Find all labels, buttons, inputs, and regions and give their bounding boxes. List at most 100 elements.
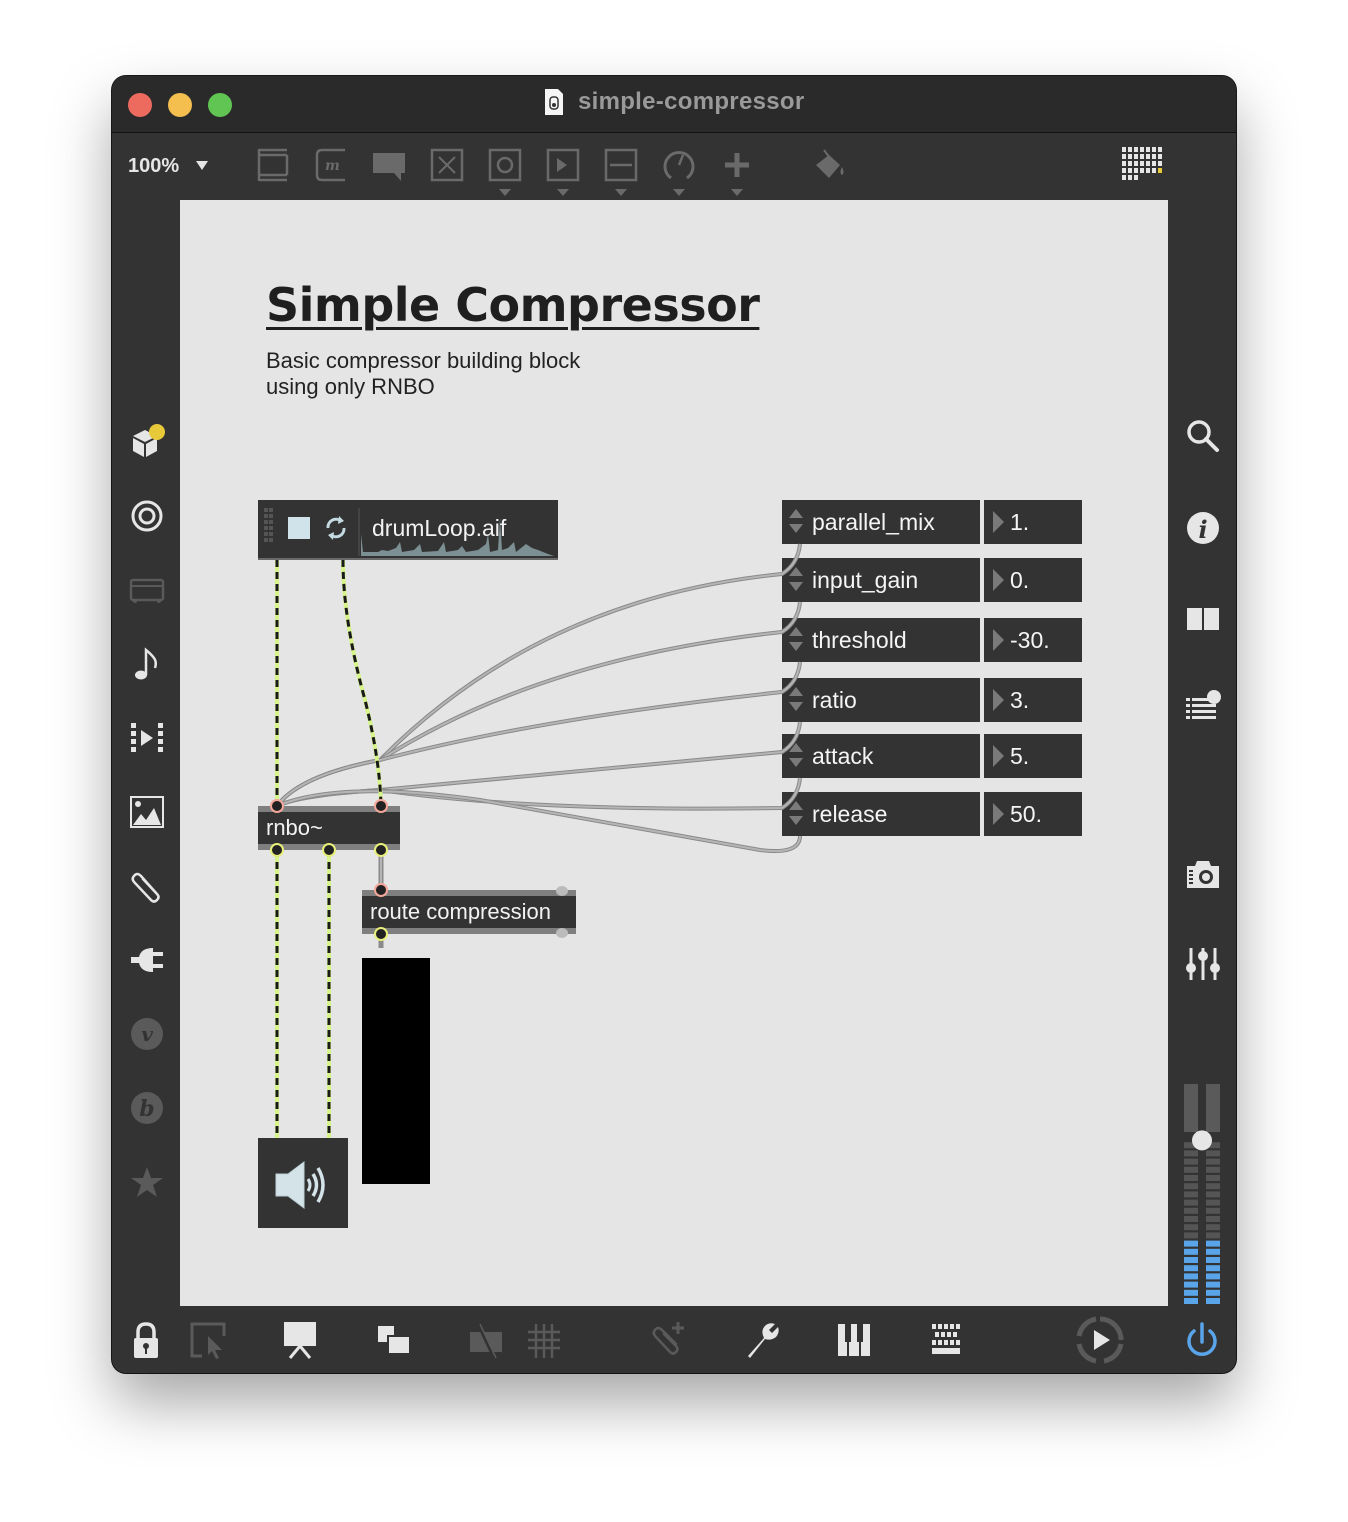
dial-icon[interactable] bbox=[662, 147, 696, 183]
audio-power-icon[interactable] bbox=[1182, 1320, 1222, 1360]
info-icon[interactable]: i bbox=[1185, 510, 1221, 546]
v-badge-icon[interactable]: v bbox=[129, 1016, 165, 1052]
mixer-sliders-icon[interactable] bbox=[1185, 946, 1221, 982]
attach-file-icon[interactable] bbox=[648, 1320, 688, 1360]
grid-icon[interactable] bbox=[524, 1320, 564, 1360]
grid-cell bbox=[1140, 161, 1144, 166]
comment-icon[interactable] bbox=[372, 147, 406, 183]
spin-up-icon[interactable] bbox=[789, 801, 803, 810]
spin-down-icon[interactable] bbox=[789, 642, 803, 651]
ezdac-speaker-button[interactable] bbox=[258, 1138, 348, 1228]
add-icon[interactable] bbox=[720, 147, 754, 183]
package-manager-icon[interactable] bbox=[129, 424, 165, 460]
zoom-level-menu[interactable]: 100% bbox=[128, 155, 179, 178]
route-compression-object[interactable]: route compression bbox=[362, 886, 576, 938]
playbar-icon[interactable] bbox=[546, 147, 580, 183]
hide-on-lock-icon[interactable] bbox=[466, 1320, 506, 1360]
new-view-icon[interactable] bbox=[374, 1320, 414, 1360]
spin-up-icon[interactable] bbox=[789, 509, 803, 518]
meter-segment bbox=[1206, 1207, 1220, 1214]
spin-up-icon[interactable] bbox=[789, 687, 803, 696]
attachment-icon[interactable] bbox=[129, 868, 165, 904]
wrench-icon[interactable] bbox=[742, 1320, 782, 1360]
playbar-dropdown-caret[interactable] bbox=[557, 189, 569, 196]
patch-description: Basic compressor building block using on… bbox=[266, 348, 666, 400]
drag-handle-icon[interactable] bbox=[264, 508, 274, 542]
param-label: ratio bbox=[812, 687, 857, 713]
slider-dropdown-caret[interactable] bbox=[615, 189, 627, 196]
chevron-down-icon[interactable] bbox=[196, 161, 208, 170]
route-extra-inlet[interactable] bbox=[556, 886, 568, 896]
control-cord-3[interactable] bbox=[276, 721, 802, 808]
number-box-ratio[interactable]: 3. bbox=[984, 678, 1082, 722]
loop-icon[interactable] bbox=[324, 515, 348, 541]
spin-up-icon[interactable] bbox=[789, 627, 803, 636]
presentation-grid-icon[interactable] bbox=[1120, 145, 1164, 185]
route-extra-outlet[interactable] bbox=[556, 928, 568, 938]
number-box-parallel-mix[interactable]: 1. bbox=[984, 500, 1082, 544]
playlist-player[interactable]: drumLoop.aif bbox=[258, 500, 558, 560]
param-threshold[interactable]: threshold bbox=[782, 618, 980, 662]
button-icon[interactable] bbox=[488, 147, 522, 183]
lock-icon[interactable] bbox=[126, 1320, 166, 1360]
param-ratio[interactable]: ratio bbox=[782, 678, 980, 722]
number-box-threshold[interactable]: -30. bbox=[984, 618, 1082, 662]
control-cord-2[interactable] bbox=[275, 661, 802, 808]
meter-segment bbox=[1206, 1281, 1220, 1288]
image-icon[interactable] bbox=[129, 794, 165, 830]
snapshot-camera-icon[interactable] bbox=[1185, 856, 1221, 892]
level-meter[interactable] bbox=[362, 958, 430, 1184]
spin-down-icon[interactable] bbox=[789, 758, 803, 767]
grid-cell bbox=[1134, 161, 1138, 166]
param-attack[interactable]: attack bbox=[782, 734, 980, 778]
dial-dropdown-caret[interactable] bbox=[673, 189, 685, 196]
control-cord-4[interactable] bbox=[276, 777, 802, 811]
transport-play-icon[interactable] bbox=[1076, 1316, 1124, 1364]
stop-button[interactable] bbox=[288, 517, 310, 539]
button-dropdown-caret[interactable] bbox=[499, 189, 511, 196]
console-list-icon[interactable] bbox=[1185, 690, 1221, 726]
video-icon[interactable] bbox=[129, 572, 165, 608]
computer-keyboard-icon[interactable] bbox=[926, 1320, 966, 1360]
music-note-icon[interactable] bbox=[129, 646, 165, 682]
new-object-icon[interactable] bbox=[256, 147, 290, 183]
presentation-easel-icon[interactable] bbox=[280, 1320, 320, 1360]
param-parallel-mix[interactable]: parallel_mix bbox=[782, 500, 980, 544]
player-filename: drumLoop.aif bbox=[372, 515, 507, 541]
search-icon[interactable] bbox=[1185, 418, 1221, 454]
add-dropdown-caret[interactable] bbox=[731, 189, 743, 196]
spin-down-icon[interactable] bbox=[789, 582, 803, 591]
spin-down-icon[interactable] bbox=[789, 524, 803, 533]
message-box-icon[interactable]: m bbox=[314, 147, 348, 183]
toggle-icon[interactable] bbox=[430, 147, 464, 183]
media-player-icon[interactable] bbox=[129, 720, 165, 756]
paint-bucket-icon[interactable] bbox=[812, 147, 846, 183]
b-badge-icon[interactable]: b bbox=[129, 1090, 165, 1126]
spin-down-icon[interactable] bbox=[789, 702, 803, 711]
volume-knob[interactable] bbox=[1192, 1130, 1212, 1151]
control-cord-0[interactable] bbox=[275, 543, 802, 808]
volume-meter[interactable] bbox=[1184, 1084, 1222, 1304]
plugin-icon[interactable] bbox=[129, 942, 165, 978]
signal-cord-1[interactable] bbox=[341, 559, 383, 807]
split-view-icon[interactable] bbox=[1185, 602, 1221, 638]
rnbo-object[interactable]: rnbo~ bbox=[258, 806, 400, 850]
control-cord-1[interactable] bbox=[275, 601, 802, 808]
param-input-gain[interactable]: input_gain bbox=[782, 558, 980, 602]
presentation-select-icon[interactable] bbox=[188, 1320, 228, 1360]
patcher-canvas[interactable]: Simple Compressor Basic compressor build… bbox=[180, 200, 1168, 1306]
spin-down-icon[interactable] bbox=[789, 816, 803, 825]
slider-icon[interactable] bbox=[604, 147, 638, 183]
keyboard-piano-icon[interactable] bbox=[834, 1320, 874, 1360]
param-release[interactable]: release bbox=[782, 792, 980, 836]
number-box-attack[interactable]: 5. bbox=[984, 734, 1082, 778]
spin-up-icon[interactable] bbox=[789, 567, 803, 576]
number-arrow-icon bbox=[993, 689, 1004, 711]
number-box-release[interactable]: 50. bbox=[984, 792, 1082, 836]
favorites-star-icon[interactable] bbox=[129, 1164, 165, 1200]
spin-up-icon[interactable] bbox=[789, 743, 803, 752]
grid-cell bbox=[1128, 147, 1132, 152]
audio-icon[interactable] bbox=[129, 498, 165, 534]
number-box-input-gain[interactable]: 0. bbox=[984, 558, 1082, 602]
meter-segment bbox=[1184, 1199, 1198, 1206]
